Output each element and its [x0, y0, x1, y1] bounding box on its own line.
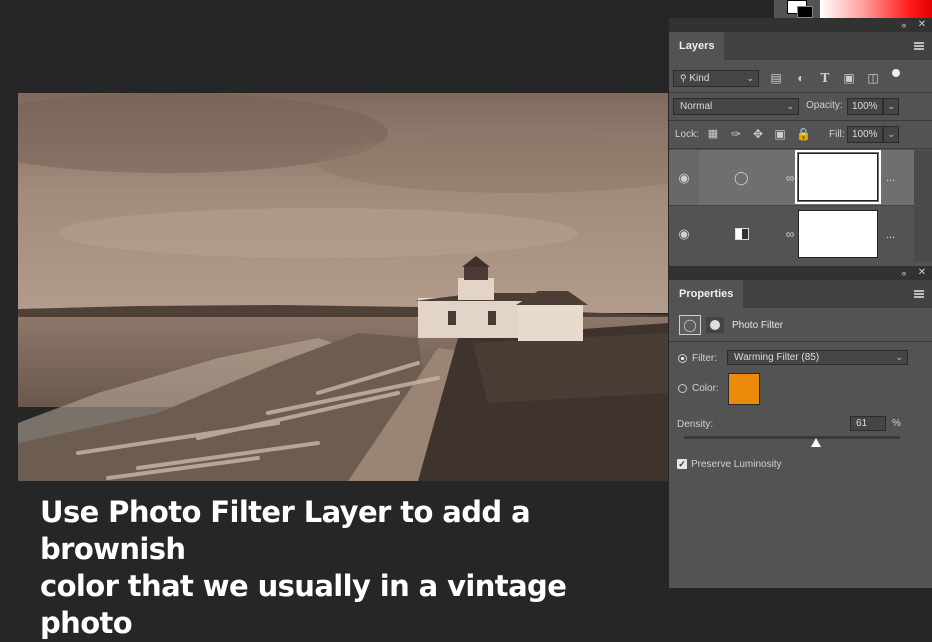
- lock-pixels-icon[interactable]: ▦: [706, 127, 720, 141]
- chevron-down-icon: ⌄: [887, 129, 895, 139]
- caption-line-2: color that we usually in a vintage photo: [40, 569, 567, 640]
- density-input[interactable]: 61: [850, 416, 886, 431]
- filter-color-swatch[interactable]: [728, 373, 760, 405]
- opacity-input[interactable]: 100%: [847, 98, 883, 115]
- background-color-swatch[interactable]: [797, 6, 813, 18]
- document-icon[interactable]: ◫: [866, 71, 880, 85]
- chevron-down-icon: ⌄: [895, 352, 903, 362]
- density-label: Density:: [677, 419, 714, 430]
- lock-label: Lock:: [675, 129, 699, 140]
- layer-filter-kind-select[interactable]: ⚲ Kind ⌄: [673, 70, 759, 87]
- density-unit: %: [892, 418, 901, 429]
- adjustment-type-button[interactable]: ◯: [679, 315, 701, 335]
- filter-select[interactable]: Warming Filter (85) ⌄: [727, 350, 908, 365]
- divider: [669, 341, 932, 342]
- brush-icon[interactable]: ✑: [729, 127, 743, 141]
- collapse-icon[interactable]: «: [897, 18, 911, 32]
- fill-dropdown-button[interactable]: ⌄: [883, 126, 899, 143]
- fill-input[interactable]: 100%: [847, 126, 883, 143]
- tutorial-caption: Use Photo Filter Layer to add a brownish…: [40, 494, 660, 642]
- filter-select-value: Warming Filter (85): [734, 352, 820, 363]
- divider: [669, 148, 932, 149]
- divider: [669, 92, 932, 93]
- link-icon: ∞: [785, 171, 795, 185]
- chevron-down-icon: ⌄: [786, 101, 794, 111]
- levels-adjustment-icon: [735, 228, 749, 240]
- layer-mask-thumbnail[interactable]: [795, 150, 881, 204]
- layers-scrollbar[interactable]: [914, 150, 932, 262]
- blend-mode-select[interactable]: Normal ⌄: [673, 98, 799, 115]
- layer-mask-thumbnail[interactable]: [798, 210, 878, 258]
- close-icon[interactable]: ✕: [915, 18, 929, 32]
- color-label: Color:: [692, 383, 719, 394]
- image-filter-icon[interactable]: ▤: [769, 71, 783, 85]
- move-icon[interactable]: ✥: [751, 127, 765, 141]
- close-icon[interactable]: ✕: [915, 266, 929, 280]
- filter-kind-value: Kind: [689, 73, 710, 84]
- panel-menu-icon[interactable]: [914, 290, 924, 298]
- transform-icon[interactable]: ▣: [842, 71, 856, 85]
- circle-half-icon[interactable]: ◐: [794, 71, 808, 85]
- document-canvas[interactable]: [18, 93, 668, 481]
- chevron-down-icon: ⌄: [887, 101, 895, 111]
- preserve-luminosity-checkbox[interactable]: ✓: [677, 459, 687, 469]
- artboard-icon[interactable]: ▣: [773, 127, 787, 141]
- tab-layers[interactable]: Layers: [669, 32, 725, 60]
- filter-label: Filter:: [692, 353, 717, 364]
- camera-icon: ◯: [734, 170, 749, 185]
- color-radio[interactable]: [678, 384, 687, 393]
- dot-icon[interactable]: [892, 69, 900, 77]
- layer-more-indicator: ...: [886, 172, 896, 184]
- layer-more-indicator: ...: [886, 229, 896, 241]
- color-spectrum-picker[interactable]: [820, 0, 932, 18]
- lock-icon[interactable]: 🔒: [796, 127, 811, 141]
- search-icon: ⚲: [680, 73, 687, 83]
- layers-panel-titlebar: « ✕: [669, 18, 932, 32]
- fill-label: Fill:: [829, 129, 845, 140]
- eye-icon[interactable]: ◉: [677, 227, 691, 241]
- properties-header-title: Photo Filter: [732, 320, 784, 331]
- properties-panel-titlebar: « ✕: [669, 266, 932, 280]
- density-slider-thumb[interactable]: [810, 438, 821, 447]
- panel-menu-icon[interactable]: [914, 42, 924, 50]
- eye-icon[interactable]: ◉: [677, 171, 691, 185]
- layer-row-photo-filter[interactable]: ◉ ◯ ∞ ...: [669, 150, 914, 205]
- sepia-lighthouse-photo: [18, 93, 668, 481]
- divider: [669, 205, 914, 206]
- camera-icon: ◯: [683, 318, 697, 332]
- chevron-down-icon: ⌄: [746, 73, 754, 83]
- mask-icon: [710, 320, 720, 330]
- blend-mode-value: Normal: [680, 101, 713, 112]
- link-icon: ∞: [785, 227, 795, 241]
- tab-properties[interactable]: Properties: [669, 280, 744, 308]
- type-icon[interactable]: T: [818, 71, 832, 85]
- mask-button[interactable]: [706, 317, 724, 333]
- density-slider-track[interactable]: [684, 436, 900, 439]
- properties-tab-row: Properties: [669, 280, 932, 308]
- layer-row-levels[interactable]: ◉ ∞ ...: [669, 207, 914, 262]
- layers-tab-row: Layers: [669, 32, 932, 60]
- opacity-dropdown-button[interactable]: ⌄: [883, 98, 899, 115]
- opacity-label: Opacity:: [806, 100, 843, 111]
- collapse-icon[interactable]: «: [897, 266, 911, 280]
- preserve-luminosity-label: Preserve Luminosity: [691, 459, 782, 470]
- caption-line-1: Use Photo Filter Layer to add a brownish: [40, 495, 531, 566]
- filter-radio[interactable]: [678, 354, 687, 363]
- divider: [669, 120, 932, 121]
